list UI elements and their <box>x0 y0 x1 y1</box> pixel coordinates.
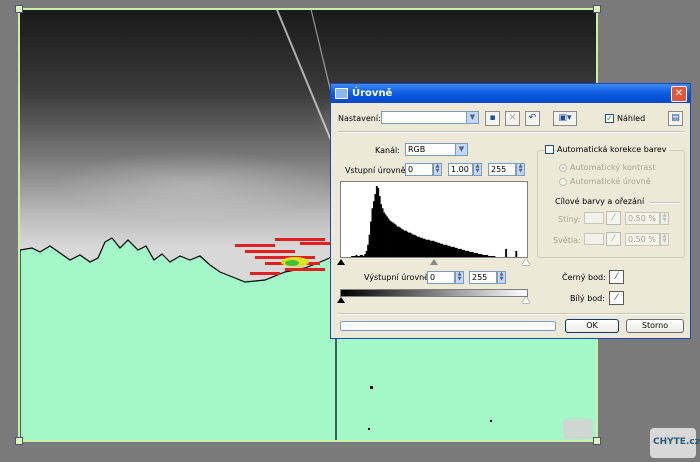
auto-color-checkbox[interactable]: ✓ <box>545 145 554 154</box>
close-button[interactable]: ✕ <box>671 86 687 102</box>
input-gamma-slider[interactable] <box>430 259 438 265</box>
reset-button[interactable]: ↶ <box>525 111 540 126</box>
eyedropper-icon: ⁄ <box>612 213 615 223</box>
resize-handle[interactable] <box>593 437 601 445</box>
white-point-picker[interactable]: ⁄ <box>609 291 624 305</box>
preview-checkbox[interactable]: ✓ <box>605 114 614 123</box>
highlights-field[interactable]: 0.50 % <box>625 233 660 246</box>
input-white-slider[interactable] <box>522 259 530 265</box>
chevron-down-icon: ▼ <box>466 112 478 123</box>
output-black-field[interactable]: 0 <box>427 271 455 284</box>
input-levels-label: Vstupní úrovně: <box>345 166 409 175</box>
black-point-picker[interactable]: ⁄ <box>609 270 624 284</box>
output-white-field[interactable]: 255 <box>469 271 497 284</box>
channel-dropdown[interactable]: RGB ▼ <box>405 143 468 156</box>
dialog-titlebar[interactable]: Úrovně <box>331 84 690 103</box>
compare-button[interactable]: ▤ <box>668 111 683 126</box>
eyedropper-icon: ⁄ <box>615 272 618 282</box>
shadows-label: Stíny: <box>558 215 581 224</box>
auto-contrast-label: Automatický kontrast <box>570 163 656 172</box>
histogram-bar <box>515 250 518 257</box>
preset-label: Nastavení: <box>338 114 381 123</box>
save-icon: ▪ <box>489 113 496 123</box>
watermark-logo: CHYTE.cz <box>650 428 700 458</box>
input-gamma-field[interactable]: 1.00 <box>448 163 473 176</box>
eyedropper-icon: ⁄ <box>615 293 618 303</box>
output-white-slider[interactable] <box>522 297 530 303</box>
separator <box>337 313 685 315</box>
white-point-label: Bílý bod: <box>570 294 605 303</box>
input-black-field[interactable]: 0 <box>405 163 433 176</box>
preset-dropdown[interactable]: ▼ <box>381 111 479 124</box>
black-point-label: Černý bod: <box>562 273 606 282</box>
input-black-slider[interactable] <box>337 259 345 265</box>
histogram <box>340 181 528 258</box>
channel-label: Kanál: <box>375 146 400 155</box>
delete-preset-button[interactable]: ✕ <box>505 111 520 126</box>
input-white-field[interactable]: 255 <box>488 163 516 176</box>
target-group-label: Cílové barvy a ořezání <box>555 197 645 206</box>
resize-handle[interactable] <box>15 5 23 13</box>
output-black-slider[interactable] <box>337 297 345 303</box>
levels-icon <box>335 88 348 99</box>
input-gamma-spinner[interactable]: ▲ ▼ <box>473 163 482 176</box>
input-black-spinner[interactable]: ▲ ▼ <box>433 163 442 176</box>
separator <box>650 202 680 204</box>
shadows-field[interactable]: 0.50 % <box>625 212 660 225</box>
histogram-plot <box>351 186 518 257</box>
output-black-spinner[interactable]: ▲ ▼ <box>455 271 464 284</box>
output-gradient-bar <box>340 289 528 297</box>
eyedropper-icon: ⁄ <box>612 234 615 244</box>
save-preset-button[interactable]: ▪ <box>485 111 500 126</box>
histogram-bar <box>505 248 508 257</box>
canvas-logo <box>563 419 593 439</box>
output-white-spinner[interactable]: ▲ ▼ <box>497 271 506 284</box>
progress-bar <box>340 321 556 331</box>
undo-icon: ↶ <box>528 113 537 123</box>
chevron-down-icon: ▼ <box>455 144 467 155</box>
watermark-text: CHYTE.cz <box>653 437 700 447</box>
auto-color-label: Automatická korekce barev <box>557 145 669 154</box>
resize-handle[interactable] <box>15 437 23 445</box>
shadows-swatch[interactable] <box>584 212 604 224</box>
resize-handle[interactable] <box>593 5 601 13</box>
split-view-icon: ▤ <box>671 113 680 123</box>
dialog-title: Úrovně <box>352 88 393 99</box>
highlights-label: Světla: <box>553 236 581 245</box>
delete-icon: ✕ <box>508 113 517 123</box>
histogram-bar <box>493 255 496 257</box>
ok-button[interactable]: OK <box>565 319 619 333</box>
output-levels-label: Výstupní úrovně: <box>364 273 432 282</box>
highlights-swatch[interactable] <box>584 233 604 245</box>
highlights-spinner[interactable]: ▲ ▼ <box>660 233 669 246</box>
preview-label: Náhled <box>617 114 646 123</box>
shadows-spinner[interactable]: ▲ ▼ <box>660 212 669 225</box>
view-options-icon: ▣▾ <box>558 113 572 123</box>
auto-levels-label: Automatické úrovně <box>570 177 651 186</box>
auto-contrast-radio[interactable] <box>559 164 567 172</box>
shadows-picker[interactable]: ⁄ <box>606 211 621 225</box>
input-white-spinner[interactable]: ▲ ▼ <box>516 163 525 176</box>
auto-levels-radio[interactable] <box>559 178 567 186</box>
cancel-button[interactable]: Storno <box>626 319 684 333</box>
separator <box>337 131 685 133</box>
highlights-picker[interactable]: ⁄ <box>606 232 621 246</box>
view-options-button[interactable]: ▣▾ <box>553 111 577 126</box>
